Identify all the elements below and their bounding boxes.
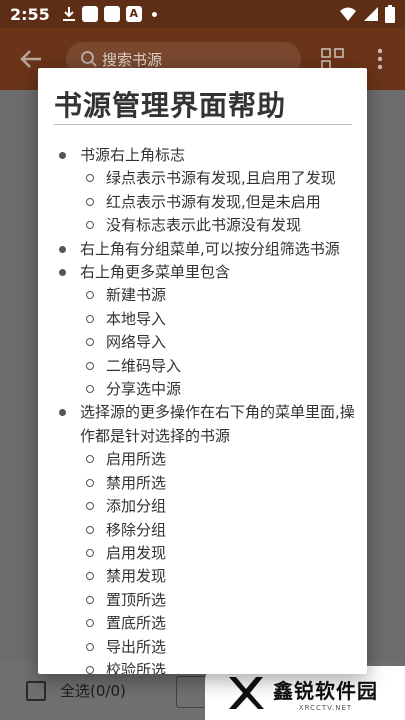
bottom-action-button[interactable] [176, 676, 208, 708]
help-sublist: 新建书源 本地导入 网络导入 二维码导入 分享选中源 [38, 284, 367, 401]
system-icons [339, 5, 395, 23]
app-notification-icon [81, 6, 98, 22]
help-subitem: 禁用发现 [38, 565, 367, 588]
a-app-icon: A [125, 6, 142, 22]
help-subitem: 禁用所选 [38, 472, 367, 495]
help-subitem: 分享选中源 [38, 378, 367, 401]
help-subitem: 新建书源 [38, 284, 367, 307]
status-bar: 2:55 A [0, 0, 405, 28]
help-subitem: 二维码导入 [38, 355, 367, 378]
help-subitem: 导出所选 [38, 636, 367, 659]
search-icon [81, 51, 97, 67]
help-sublist: 启用所选 禁用所选 添加分组 移除分组 启用发现 禁用发现 置顶所选 置底所选 … [38, 448, 367, 674]
battery-icon [385, 5, 395, 23]
help-item: 书源右上角标志 [38, 144, 367, 167]
status-time: 2:55 [10, 4, 50, 24]
help-subitem: 绿点表示书源有发现,且启用了发现 [38, 167, 367, 190]
help-item: 右上角更多菜单里包含 [38, 261, 367, 284]
help-subitem: 置顶所选 [38, 589, 367, 612]
watermark-name: 鑫锐软件园 [273, 678, 378, 703]
help-subitem: 网络导入 [38, 331, 367, 354]
help-subitem: 红点表示书源有发现,但是未启用 [38, 191, 367, 214]
more-notifications-dot-icon [151, 11, 157, 17]
help-subitem: 添加分组 [38, 495, 367, 518]
help-subitem: 校验所选 [38, 659, 367, 674]
more-vert-icon[interactable] [370, 46, 390, 72]
download-icon [62, 7, 75, 21]
help-subitem: 没有标志表示此书源没有发现 [38, 214, 367, 237]
app-notification-icon [103, 6, 120, 22]
help-subitem: 移除分组 [38, 519, 367, 542]
title-divider [54, 124, 352, 125]
notification-icons: A [62, 6, 157, 22]
help-subitem: 本地导入 [38, 308, 367, 331]
watermark: 鑫锐软件园 XRCCTV.NET [205, 666, 405, 720]
help-dialog: 书源管理界面帮助 书源右上角标志 绿点表示书源有发现,且启用了发现 红点表示书源… [38, 68, 367, 674]
watermark-logo-icon [229, 677, 264, 709]
help-list: 书源右上角标志 绿点表示书源有发现,且启用了发现 红点表示书源有发现,但是未启用… [38, 144, 367, 674]
watermark-url: XRCCTV.NET [298, 703, 353, 712]
help-subitem: 置底所选 [38, 612, 367, 635]
help-item: 选择源的更多操作在右下角的菜单里面,操作都是针对选择的书源 [38, 401, 367, 448]
wifi-icon [340, 7, 356, 21]
help-subitem: 启用所选 [38, 448, 367, 471]
help-subitem: 启用发现 [38, 542, 367, 565]
dialog-title: 书源管理界面帮助 [54, 89, 287, 122]
select-all-checkbox[interactable] [26, 681, 46, 701]
help-sublist: 绿点表示书源有发现,且启用了发现 红点表示书源有发现,但是未启用 没有标志表示此… [38, 167, 367, 237]
search-placeholder: 搜索书源 [102, 50, 163, 69]
help-item: 右上角有分组菜单,可以按分组筛选书源 [38, 238, 367, 261]
cellular-signal-icon [364, 7, 378, 21]
select-all-label: 全选(0/0) [60, 682, 126, 700]
